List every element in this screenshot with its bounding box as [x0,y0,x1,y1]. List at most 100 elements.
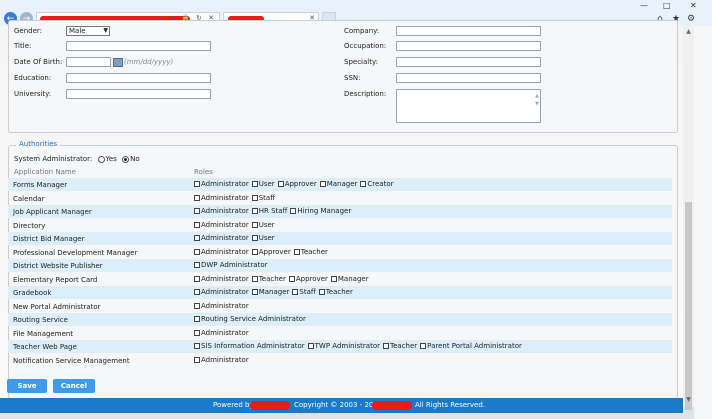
role-checkbox[interactable] [194,181,200,187]
education-input[interactable] [66,73,211,83]
role-checkbox[interactable] [318,289,325,295]
role-label: Manager [258,288,290,296]
role-checkbox[interactable] [277,181,284,187]
role-option[interactable]: Approver [288,275,328,283]
role-option[interactable]: Administrator [194,329,249,337]
role-option[interactable]: Hiring Manager [290,207,351,215]
roles-cell: SIS Information Administrator TWP Adminis… [194,342,525,350]
role-checkbox[interactable] [251,275,258,282]
role-label: Routing Service Administrator [201,315,306,323]
textarea-scroll-arrows-icon[interactable]: ▲ ▼ [535,92,539,108]
scrollbar-thumb[interactable] [685,202,692,410]
role-checkbox[interactable] [194,194,200,201]
application-name: Professional Development Manager [13,248,138,257]
role-option[interactable]: Creator [360,180,394,188]
role-checkbox[interactable] [319,181,326,187]
role-checkbox[interactable] [251,235,258,241]
role-option[interactable]: Teacher [383,342,417,350]
vertical-scrollbar[interactable]: ▲ ▼ [683,26,694,410]
specialty-input[interactable] [396,57,541,67]
role-checkbox[interactable] [194,289,200,295]
role-option[interactable]: Teacher [293,248,328,256]
role-checkbox[interactable] [194,329,200,336]
role-checkbox[interactable] [194,356,200,363]
title-input[interactable] [66,41,211,51]
table-row: New Portal Administrator Administrator [8,300,672,313]
role-checkbox[interactable] [290,208,297,214]
cancel-button[interactable]: Cancel [53,379,95,393]
close-window-icon[interactable]: ✕ [690,1,697,10]
role-option[interactable]: Teacher [318,288,353,296]
role-option[interactable]: Staff [292,288,316,296]
role-checkbox[interactable] [420,343,427,349]
company-input[interactable] [396,26,541,36]
role-option[interactable]: Approver [251,248,291,256]
role-checkbox[interactable] [383,343,390,349]
role-checkbox[interactable] [194,248,200,255]
dob-input[interactable] [66,57,111,67]
role-option[interactable]: HR Staff [251,207,287,215]
sysadmin-no-radio[interactable] [122,155,130,163]
role-option[interactable]: TWP Administrator [307,342,380,350]
role-option[interactable]: Administrator [194,194,249,202]
role-checkbox[interactable] [251,181,258,187]
role-checkbox[interactable] [251,194,258,201]
role-checkbox[interactable] [194,262,200,268]
role-option[interactable]: Manager [330,275,369,283]
sysadmin-yes-radio[interactable] [97,155,105,163]
role-option[interactable]: Administrator [194,288,249,296]
role-checkbox[interactable] [194,221,200,228]
role-checkbox[interactable] [288,275,295,282]
role-option[interactable]: Routing Service Administrator [194,315,306,323]
role-option[interactable]: Administrator [194,234,249,242]
calendar-icon[interactable] [113,58,123,67]
role-checkbox[interactable] [194,275,200,282]
ssn-input[interactable] [396,73,541,83]
role-checkbox[interactable] [251,208,258,214]
university-input[interactable] [66,89,211,99]
role-option[interactable]: Staff [251,194,275,202]
settings-gear-icon[interactable]: ⚙ [687,14,695,24]
role-checkbox[interactable] [251,221,258,228]
role-checkbox[interactable] [251,289,258,295]
role-option[interactable]: Manager [251,288,290,296]
role-option[interactable]: User [251,234,275,242]
occupation-input[interactable] [396,41,541,51]
description-textarea[interactable]: ▲ ▼ [396,89,541,123]
role-option[interactable]: DWP Administrator [194,261,267,269]
scroll-down-icon[interactable]: ▼ [684,396,693,404]
role-label: Parent Portal Administrator [427,342,522,350]
role-checkbox[interactable] [251,248,258,255]
role-checkbox[interactable] [307,343,314,349]
role-option[interactable]: Administrator [194,248,249,256]
role-checkbox[interactable] [194,343,200,349]
gender-select[interactable]: Male ▼ [66,26,110,36]
role-option[interactable]: Administrator [194,275,249,283]
application-name: New Portal Administrator [13,302,101,311]
role-option[interactable]: Administrator [194,207,249,215]
role-option[interactable]: Administrator [194,356,249,364]
role-checkbox[interactable] [194,316,200,322]
maximize-icon[interactable]: □ [663,1,671,10]
minimize-icon[interactable]: — [640,1,648,10]
role-option[interactable]: Administrator [194,180,249,188]
save-button[interactable]: Save [7,379,47,393]
role-option[interactable]: User [251,221,275,229]
role-option[interactable]: Teacher [251,275,286,283]
role-option[interactable]: Parent Portal Administrator [420,342,522,350]
scroll-up-icon[interactable]: ▲ [684,28,693,36]
table-row: Gradebook Administrator Manager Staff Teache… [8,286,672,299]
role-option[interactable]: Approver [277,180,317,188]
role-checkbox[interactable] [292,289,299,295]
role-option[interactable]: User [251,180,275,188]
role-option[interactable]: Manager [319,180,357,188]
role-checkbox[interactable] [330,275,337,282]
role-option[interactable]: Administrator [194,302,249,310]
role-checkbox[interactable] [194,302,200,309]
role-option[interactable]: SIS Information Administrator [194,342,305,350]
role-checkbox[interactable] [360,181,367,187]
role-checkbox[interactable] [194,235,200,241]
role-checkbox[interactable] [194,208,200,214]
role-checkbox[interactable] [293,248,300,255]
role-option[interactable]: Administrator [194,221,249,229]
